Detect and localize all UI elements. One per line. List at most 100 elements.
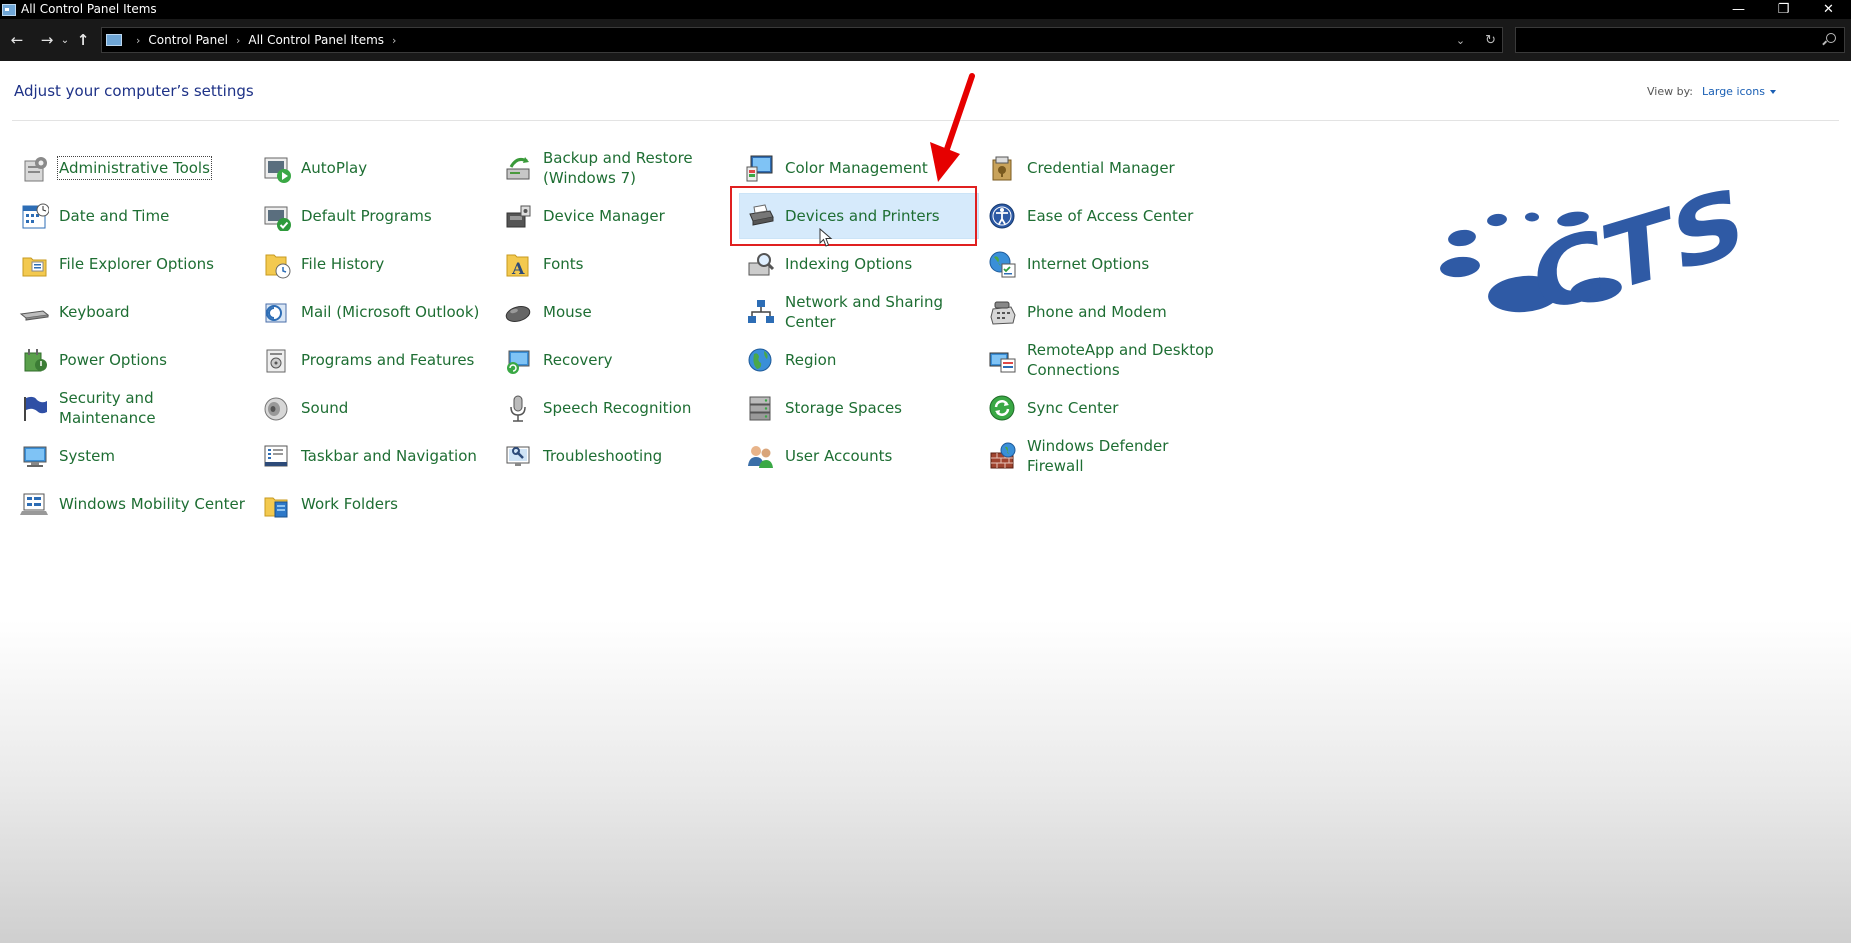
flag-icon [18,392,50,424]
logo-text: CTS [1529,167,1748,330]
breadcrumb-all-items[interactable]: All Control Panel Items [248,33,384,47]
storage-icon [744,392,776,424]
item-label: Storage Spaces [785,399,902,417]
control-panel-item-windows-mobility-center[interactable]: Windows Mobility Center [14,482,252,526]
breadcrumb-separator[interactable]: › [136,34,140,47]
mobility-icon [18,488,50,520]
page-title: Adjust your computer’s settings [14,82,254,100]
address-dropdown-chevron-icon[interactable]: ⌄ [1456,34,1465,47]
control-panel-item-programs-and-features[interactable]: Programs and Features [256,338,494,382]
item-label: Ease of Access Center [1027,207,1194,225]
control-panel-item-mouse[interactable]: Mouse [498,290,736,334]
item-label: Programs and Features [301,351,475,369]
control-panel-item-region[interactable]: Region [740,338,978,382]
phone-icon [986,296,1018,328]
address-bar[interactable]: › Control Panel › All Control Panel Item… [101,27,1503,53]
item-label: Windows Defender Firewall [1027,437,1169,475]
restore-button[interactable]: ❐ [1761,0,1806,19]
keyboard-icon [18,296,50,328]
globe-icon [744,344,776,376]
control-panel-item-storage-spaces[interactable]: Storage Spaces [740,386,978,430]
breadcrumb-separator[interactable]: › [236,34,240,47]
search-box[interactable] [1515,27,1845,53]
recovery-icon [502,344,534,376]
remoteapp-icon [986,344,1018,376]
item-label: Sound [301,399,349,417]
red-arrow-annotation-icon [930,73,975,182]
control-panel-item-device-manager[interactable]: Device Manager [498,194,736,238]
item-label: RemoteApp and Desktop Connections [1027,341,1214,379]
item-label: Device Manager [543,207,665,225]
control-panel-item-security-and-maintenance[interactable]: Security and Maintenance [14,386,252,430]
control-panel-item-speech-recognition[interactable]: Speech Recognition [498,386,736,430]
control-panel-item-date-and-time[interactable]: Date and Time [14,194,252,238]
ease-of-access-icon [986,200,1018,232]
item-label: Network and Sharing Center [785,293,943,331]
navigation-bar: ← → ⌄ ↑ › Control Panel › All Control Pa… [0,19,1851,61]
computer-icon [18,440,50,472]
control-panel-item-system[interactable]: System [14,434,252,478]
recent-locations-chevron-icon[interactable]: ⌄ [58,35,72,46]
control-panel-item-autoplay[interactable]: AutoPlay [256,146,494,190]
forward-arrow-icon[interactable]: → [36,31,58,49]
item-label: Date and Time [59,207,170,225]
back-arrow-icon[interactable]: ← [6,31,28,49]
minimize-button[interactable]: — [1716,0,1761,19]
item-label: Taskbar and Navigation [301,447,477,465]
autoplay-icon [260,152,292,184]
control-panel-item-fonts[interactable]: A Fonts [498,242,736,286]
backup-icon [502,152,534,184]
control-panel-item-credential-manager[interactable]: Credential Manager [982,146,1220,190]
mouse-cursor-icon [819,228,833,247]
item-label: File Explorer Options [59,255,214,273]
sync-icon [986,392,1018,424]
control-panel-item-sync-center[interactable]: Sync Center [982,386,1220,430]
speaker-icon [260,392,292,424]
control-panel-item-ease-of-access-center[interactable]: Ease of Access Center [982,194,1220,238]
svg-text:A: A [511,259,525,278]
control-panel-item-sound[interactable]: Sound [256,386,494,430]
control-panel-item-network-and-sharing-center[interactable]: Network and Sharing Center [740,290,978,334]
control-panel-item-internet-options[interactable]: Internet Options [982,242,1220,286]
item-label: Color Management [785,159,928,177]
title-bar: All Control Panel Items — ❐ ✕ [0,0,1851,19]
credential-icon [986,152,1018,184]
control-panel-item-file-history[interactable]: File History [256,242,494,286]
users-icon [744,440,776,472]
item-label: Credential Manager [1027,159,1175,177]
fonts-icon: A [502,248,534,280]
color-management-icon [744,152,776,184]
control-panel-item-phone-and-modem[interactable]: Phone and Modem [982,290,1220,334]
control-panel-item-power-options[interactable]: Power Options [14,338,252,382]
up-arrow-icon[interactable]: ↑ [72,31,94,49]
control-panel-item-remoteapp-and-desktop-connections[interactable]: RemoteApp and Desktop Connections [982,338,1220,382]
item-label: Speech Recognition [543,399,692,417]
control-panel-item-administrative-tools[interactable]: Administrative Tools [14,146,252,190]
control-panel-item-mail-microsoft-outlook[interactable]: Mail (Microsoft Outlook) [256,290,494,334]
network-icon [744,296,776,328]
control-panel-item-windows-defender-firewall[interactable]: Windows Defender Firewall [982,434,1220,478]
control-panel-item-file-explorer-options[interactable]: File Explorer Options [14,242,252,286]
control-panel-item-troubleshooting[interactable]: Troubleshooting [498,434,736,478]
power-icon [18,344,50,376]
mail-icon [260,296,292,328]
cts-logo: CTS [1440,167,1748,330]
search-icon[interactable] [1826,33,1836,43]
close-button[interactable]: ✕ [1806,0,1851,19]
control-panel-item-default-programs[interactable]: Default Programs [256,194,494,238]
breadcrumb-control-panel[interactable]: Control Panel [148,33,228,47]
control-panel-item-taskbar-and-navigation[interactable]: Taskbar and Navigation [256,434,494,478]
troubleshoot-icon [502,440,534,472]
control-panel-item-indexing-options[interactable]: Indexing Options [740,242,978,286]
control-panel-item-work-folders[interactable]: Work Folders [256,482,494,526]
breadcrumb-separator[interactable]: › [392,34,396,47]
control-panel-item-backup-and-restore-windows-7[interactable]: Backup and Restore (Windows 7) [498,146,736,190]
item-label: Work Folders [301,495,398,513]
item-label: Recovery [543,351,613,369]
view-by-dropdown[interactable]: Large icons [1702,85,1776,98]
control-panel-item-recovery[interactable]: Recovery [498,338,736,382]
control-panel-item-keyboard[interactable]: Keyboard [14,290,252,334]
folder-options-icon [18,248,50,280]
refresh-icon[interactable]: ↻ [1485,33,1496,48]
control-panel-item-user-accounts[interactable]: User Accounts [740,434,978,478]
